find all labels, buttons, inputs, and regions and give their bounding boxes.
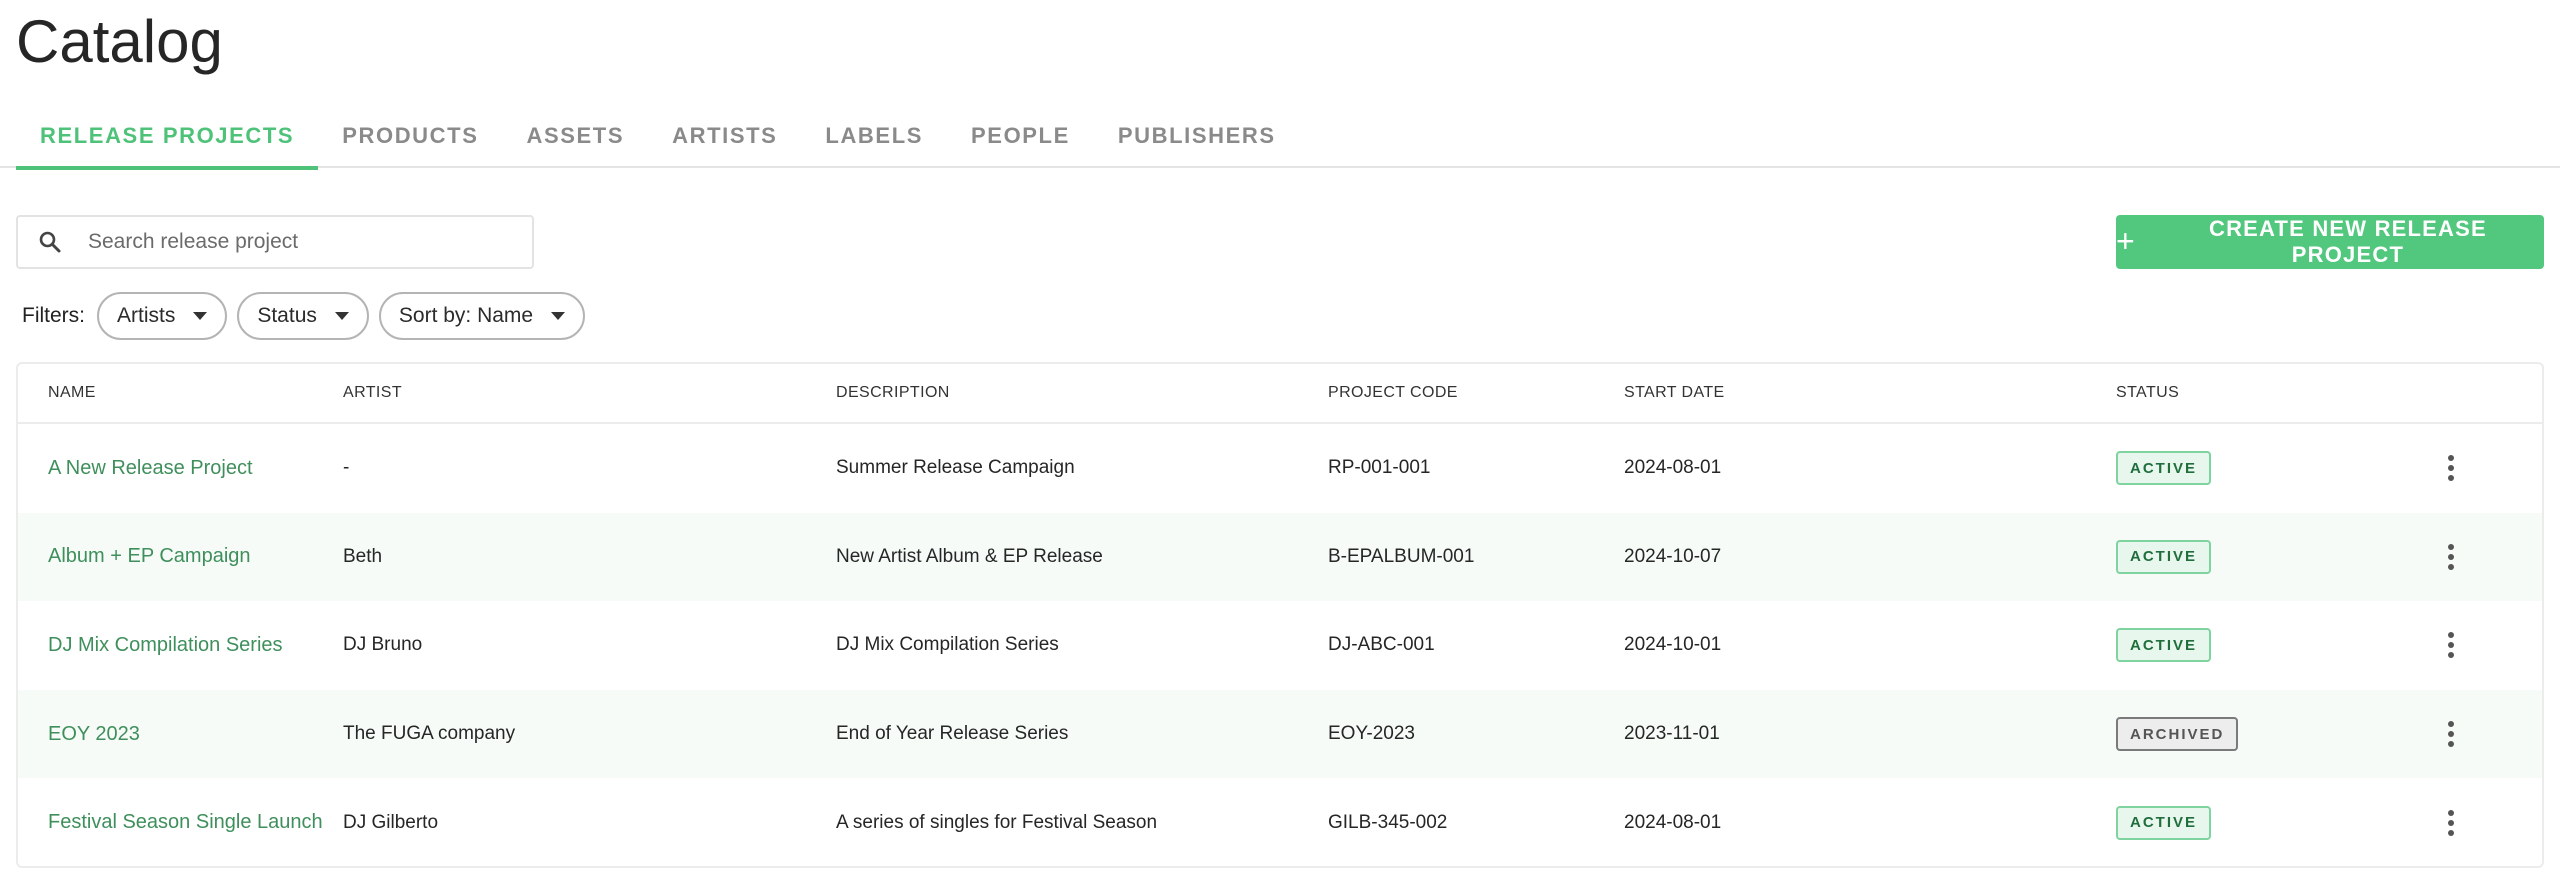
catalog-tabs: RELEASE PROJECTS PRODUCTS ASSETS ARTISTS… xyxy=(16,104,1300,170)
project-name-link[interactable]: Festival Season Single Launch xyxy=(48,811,323,834)
column-header-artist[interactable]: ARTIST xyxy=(343,384,402,402)
tab-people[interactable]: PEOPLE xyxy=(947,104,1094,168)
more-options-icon[interactable] xyxy=(2436,625,2466,665)
column-header-start-date[interactable]: START DATE xyxy=(1624,384,1725,402)
table-row[interactable]: Album + EP Campaign Beth New Artist Albu… xyxy=(18,512,2542,602)
search-icon xyxy=(38,230,62,254)
description-cell: DJ Mix Compilation Series xyxy=(836,634,1059,656)
project-code-cell: EOY-2023 xyxy=(1328,723,1415,745)
sort-by-dropdown[interactable]: Sort by: Name xyxy=(378,292,586,340)
filters-bar: Filters: Artists Status Sort by: Name xyxy=(22,292,595,340)
artist-cell: Beth xyxy=(343,545,383,567)
artist-cell: The FUGA company xyxy=(343,723,516,745)
description-cell: Summer Release Campaign xyxy=(836,457,1075,479)
column-header-name[interactable]: NAME xyxy=(48,384,96,402)
tab-labels[interactable]: LABELS xyxy=(801,104,947,168)
description-cell: A series of singles for Festival Season xyxy=(836,811,1158,833)
search-input[interactable] xyxy=(88,230,508,254)
caret-down-icon xyxy=(334,312,349,320)
filter-artists-dropdown[interactable]: Artists xyxy=(97,292,228,340)
status-badge: ACTIVE xyxy=(2116,539,2212,574)
tab-assets[interactable]: ASSETS xyxy=(502,104,648,168)
more-options-icon[interactable] xyxy=(2436,537,2466,577)
column-header-project-code[interactable]: PROJECT CODE xyxy=(1328,384,1458,402)
project-code-cell: B-EPALBUM-001 xyxy=(1328,545,1475,567)
artist-cell: - xyxy=(343,457,350,479)
caret-down-icon xyxy=(193,312,208,320)
page-title: Catalog xyxy=(16,8,223,75)
tab-products[interactable]: PRODUCTS xyxy=(318,104,502,168)
tab-artists[interactable]: ARTISTS xyxy=(648,104,801,168)
status-badge: ACTIVE xyxy=(2116,451,2212,486)
tab-publishers[interactable]: PUBLISHERS xyxy=(1094,104,1300,168)
create-new-release-project-button[interactable]: + CREATE NEW RELEASE PROJECT xyxy=(2116,215,2544,269)
table-row[interactable]: A New Release Project - Summer Release C… xyxy=(18,424,2542,513)
table-row[interactable]: DJ Mix Compilation Series DJ Bruno DJ Mi… xyxy=(18,601,2542,690)
start-date-cell: 2024-08-01 xyxy=(1624,811,1722,833)
start-date-cell: 2024-08-01 xyxy=(1624,457,1722,479)
artist-cell: DJ Gilberto xyxy=(343,811,439,833)
project-name-link[interactable]: EOY 2023 xyxy=(48,723,140,746)
more-options-icon[interactable] xyxy=(2436,803,2466,843)
more-options-icon[interactable] xyxy=(2436,714,2466,754)
status-badge: ARCHIVED xyxy=(2116,717,2239,752)
filter-status-dropdown[interactable]: Status xyxy=(237,292,369,340)
start-date-cell: 2024-10-07 xyxy=(1624,545,1722,567)
filter-status-label: Status xyxy=(257,304,317,327)
description-cell: New Artist Album & EP Release xyxy=(836,545,1103,567)
table-row[interactable]: Festival Season Single Launch DJ Gilbert… xyxy=(18,778,2542,866)
filters-label: Filters: xyxy=(22,304,85,327)
caret-down-icon xyxy=(551,312,566,320)
status-badge: ACTIVE xyxy=(2116,628,2212,663)
project-name-link[interactable]: Album + EP Campaign xyxy=(48,545,251,568)
start-date-cell: 2023-11-01 xyxy=(1624,723,1720,745)
artist-cell: DJ Bruno xyxy=(343,634,423,656)
status-badge: ACTIVE xyxy=(2116,805,2212,840)
project-name-link[interactable]: A New Release Project xyxy=(48,457,253,480)
more-options-icon[interactable] xyxy=(2436,448,2466,488)
start-date-cell: 2024-10-01 xyxy=(1624,634,1722,656)
table-header: NAME ARTIST DESCRIPTION PROJECT CODE STA… xyxy=(18,364,2542,424)
description-cell: End of Year Release Series xyxy=(836,723,1069,745)
column-header-status[interactable]: STATUS xyxy=(2116,384,2179,402)
project-code-cell: DJ-ABC-001 xyxy=(1328,634,1435,656)
plus-icon: + xyxy=(2116,222,2136,259)
create-button-label: CREATE NEW RELEASE PROJECT xyxy=(2209,216,2487,267)
project-code-cell: GILB-345-002 xyxy=(1328,811,1448,833)
sort-by-label: Sort by: Name xyxy=(398,304,534,327)
release-projects-table: NAME ARTIST DESCRIPTION PROJECT CODE STA… xyxy=(16,362,2544,868)
column-header-description[interactable]: DESCRIPTION xyxy=(836,384,950,402)
filter-artists-label: Artists xyxy=(117,304,176,327)
project-name-link[interactable]: DJ Mix Compilation Series xyxy=(48,634,283,657)
table-row[interactable]: EOY 2023 The FUGA company End of Year Re… xyxy=(18,689,2542,779)
search-box xyxy=(16,215,534,269)
tab-release-projects[interactable]: RELEASE PROJECTS xyxy=(16,104,319,170)
project-code-cell: RP-001-001 xyxy=(1328,457,1431,479)
